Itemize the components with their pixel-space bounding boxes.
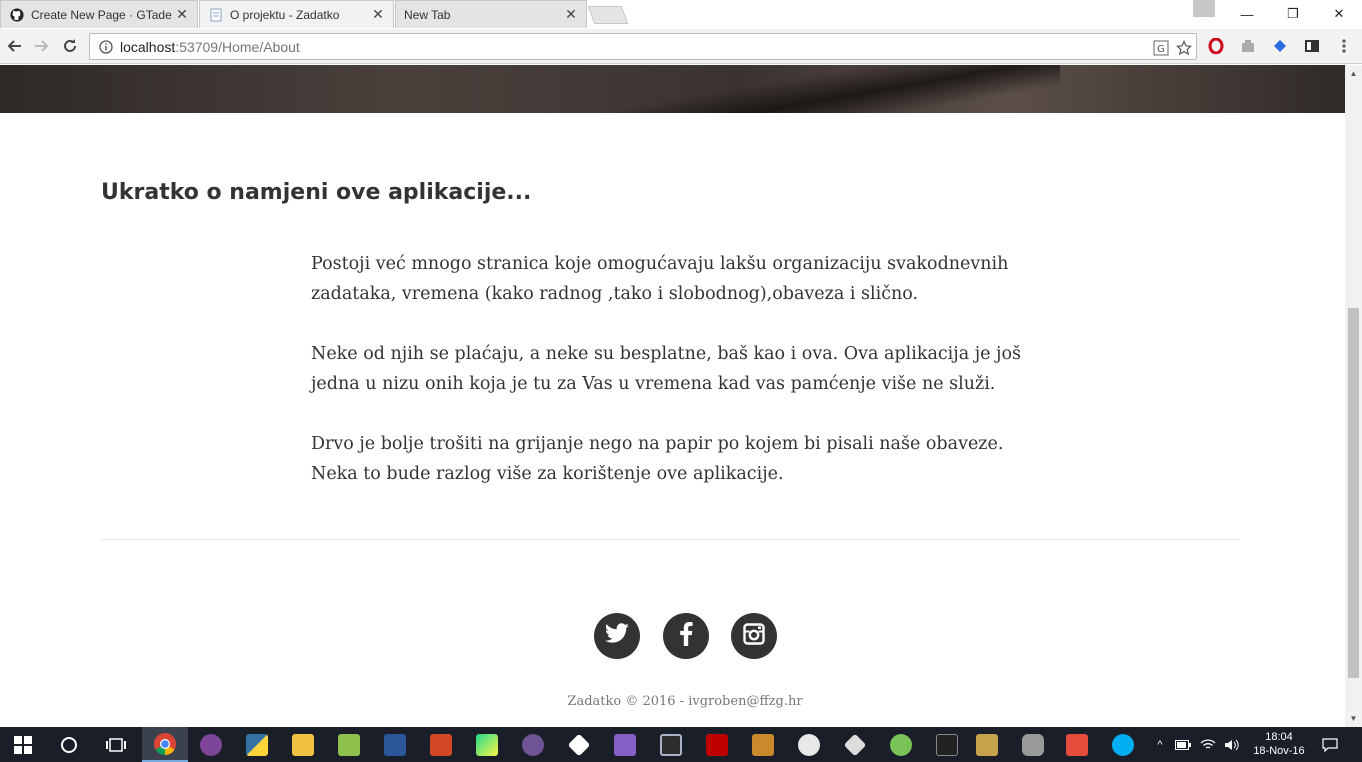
tab-title: O projektu - Zadatko [230, 7, 340, 22]
cortana-icon[interactable] [46, 727, 92, 762]
tray-chevron-icon[interactable]: ^ [1150, 727, 1170, 762]
scroll-thumb[interactable] [1348, 308, 1359, 678]
facebook-icon [679, 621, 693, 651]
translate-icon[interactable]: G [1152, 39, 1170, 57]
scroll-down-icon[interactable]: ▼ [1345, 710, 1362, 727]
tab-o-projektu[interactable]: O projektu - Zadatko ✕ [199, 0, 394, 28]
url-host: localhost [120, 38, 176, 55]
volume-icon[interactable] [1220, 727, 1244, 762]
media-icon[interactable] [648, 727, 694, 762]
chrome-icon[interactable] [142, 727, 188, 762]
tab-close-icon[interactable]: ✕ [564, 6, 578, 23]
browser-toolbar: localhost:53709/Home/About G [0, 29, 1362, 64]
start-icon[interactable] [0, 727, 46, 762]
minimize-button[interactable]: — [1224, 0, 1270, 28]
extension-icon[interactable] [1238, 36, 1258, 56]
tor-icon[interactable] [188, 727, 234, 762]
android-studio-icon[interactable] [878, 727, 924, 762]
opera-icon[interactable] [1206, 36, 1226, 56]
twitter-icon [604, 622, 630, 650]
tools-icon[interactable] [964, 727, 1010, 762]
paragraph-2: Neke od njih se plaćaju, a neke su bespl… [311, 344, 1021, 394]
tab-strip: Create New Page · GTade ✕ O projektu - Z… [0, 0, 1362, 29]
python-icon[interactable] [234, 727, 280, 762]
tab-title: Create New Page · GTade [31, 7, 172, 22]
page-title: Ukratko o namjeni ove aplikacije... [101, 180, 532, 205]
reader-extension-icon[interactable] [1302, 36, 1322, 56]
address-bar[interactable]: localhost:53709/Home/About G [89, 33, 1197, 60]
taskbar: ^ 18:04 18-Nov-16 [0, 727, 1362, 762]
paint-icon[interactable] [786, 727, 832, 762]
filezilla-icon[interactable] [694, 727, 740, 762]
github-icon [9, 7, 25, 23]
paragraph-3: Drvo je bolje trošiti na grijanje nego n… [311, 434, 1004, 484]
powerpoint-icon[interactable] [418, 727, 464, 762]
info-icon[interactable] [96, 39, 116, 54]
browser-window: Create New Page · GTade ✕ O projektu - Z… [0, 0, 1362, 762]
footer-text: Zadatko © 2016 - ivgroben@ffzg.hr [567, 694, 803, 709]
svg-text:G: G [1157, 44, 1165, 55]
skype-icon[interactable] [1100, 727, 1146, 762]
tab-create-new-page[interactable]: Create New Page · GTade ✕ [0, 0, 198, 28]
database-icon[interactable] [1010, 727, 1056, 762]
twitter-link[interactable] [594, 613, 640, 659]
url-path: :53709/Home/About [175, 38, 300, 55]
clock-time: 18:04 [1265, 731, 1293, 743]
inkscape-icon[interactable] [832, 727, 878, 762]
sublime-text-icon[interactable] [1054, 727, 1100, 762]
divider [101, 539, 1240, 540]
facebook-link[interactable] [663, 613, 709, 659]
notepad-plus-icon[interactable] [326, 727, 372, 762]
page-content: Ukratko o namjeni ove aplikacije... Post… [0, 65, 1345, 727]
new-tab-button[interactable] [587, 6, 629, 24]
close-button[interactable]: ✕ [1316, 0, 1362, 28]
forward-icon[interactable] [31, 35, 53, 57]
pycharm-icon[interactable] [464, 727, 510, 762]
url-text: localhost:53709/Home/About [120, 39, 300, 55]
battery-icon[interactable] [1172, 727, 1194, 762]
tab-new-tab[interactable]: New Tab ✕ [395, 0, 587, 28]
page-scrollbar[interactable]: ▲ ▼ [1345, 65, 1362, 727]
sublime-icon[interactable] [740, 727, 786, 762]
document-icon [208, 7, 224, 23]
diamond-extension-icon[interactable] [1270, 36, 1290, 56]
wifi-icon[interactable] [1196, 727, 1220, 762]
unity-icon[interactable] [556, 727, 602, 762]
taskbar-clock[interactable]: 18:04 18-Nov-16 [1248, 730, 1310, 758]
tab-title: New Tab [404, 7, 451, 22]
tab-close-icon[interactable]: ✕ [175, 6, 189, 23]
notification-icon[interactable] [1314, 727, 1346, 762]
reload-icon[interactable] [59, 35, 81, 57]
paragraph-1: Postoji već mnogo stranica koje omogućav… [311, 254, 1009, 304]
file-explorer-icon[interactable] [280, 727, 326, 762]
visual-studio-icon[interactable] [602, 727, 648, 762]
menu-icon[interactable] [1334, 36, 1354, 56]
github-desktop-icon[interactable] [510, 727, 556, 762]
bookmark-star-icon[interactable] [1175, 39, 1193, 57]
scroll-up-icon[interactable]: ▲ [1345, 65, 1362, 82]
task-view-icon[interactable] [93, 727, 139, 762]
clock-date: 18-Nov-16 [1253, 745, 1305, 757]
word-icon[interactable] [372, 727, 418, 762]
instagram-icon [743, 622, 765, 650]
hero-image [0, 65, 1345, 113]
profile-icon[interactable] [1193, 0, 1215, 17]
restore-button[interactable]: ❐ [1270, 0, 1316, 28]
back-icon[interactable] [3, 35, 25, 57]
tab-close-icon[interactable]: ✕ [371, 6, 385, 23]
instagram-link[interactable] [731, 613, 777, 659]
